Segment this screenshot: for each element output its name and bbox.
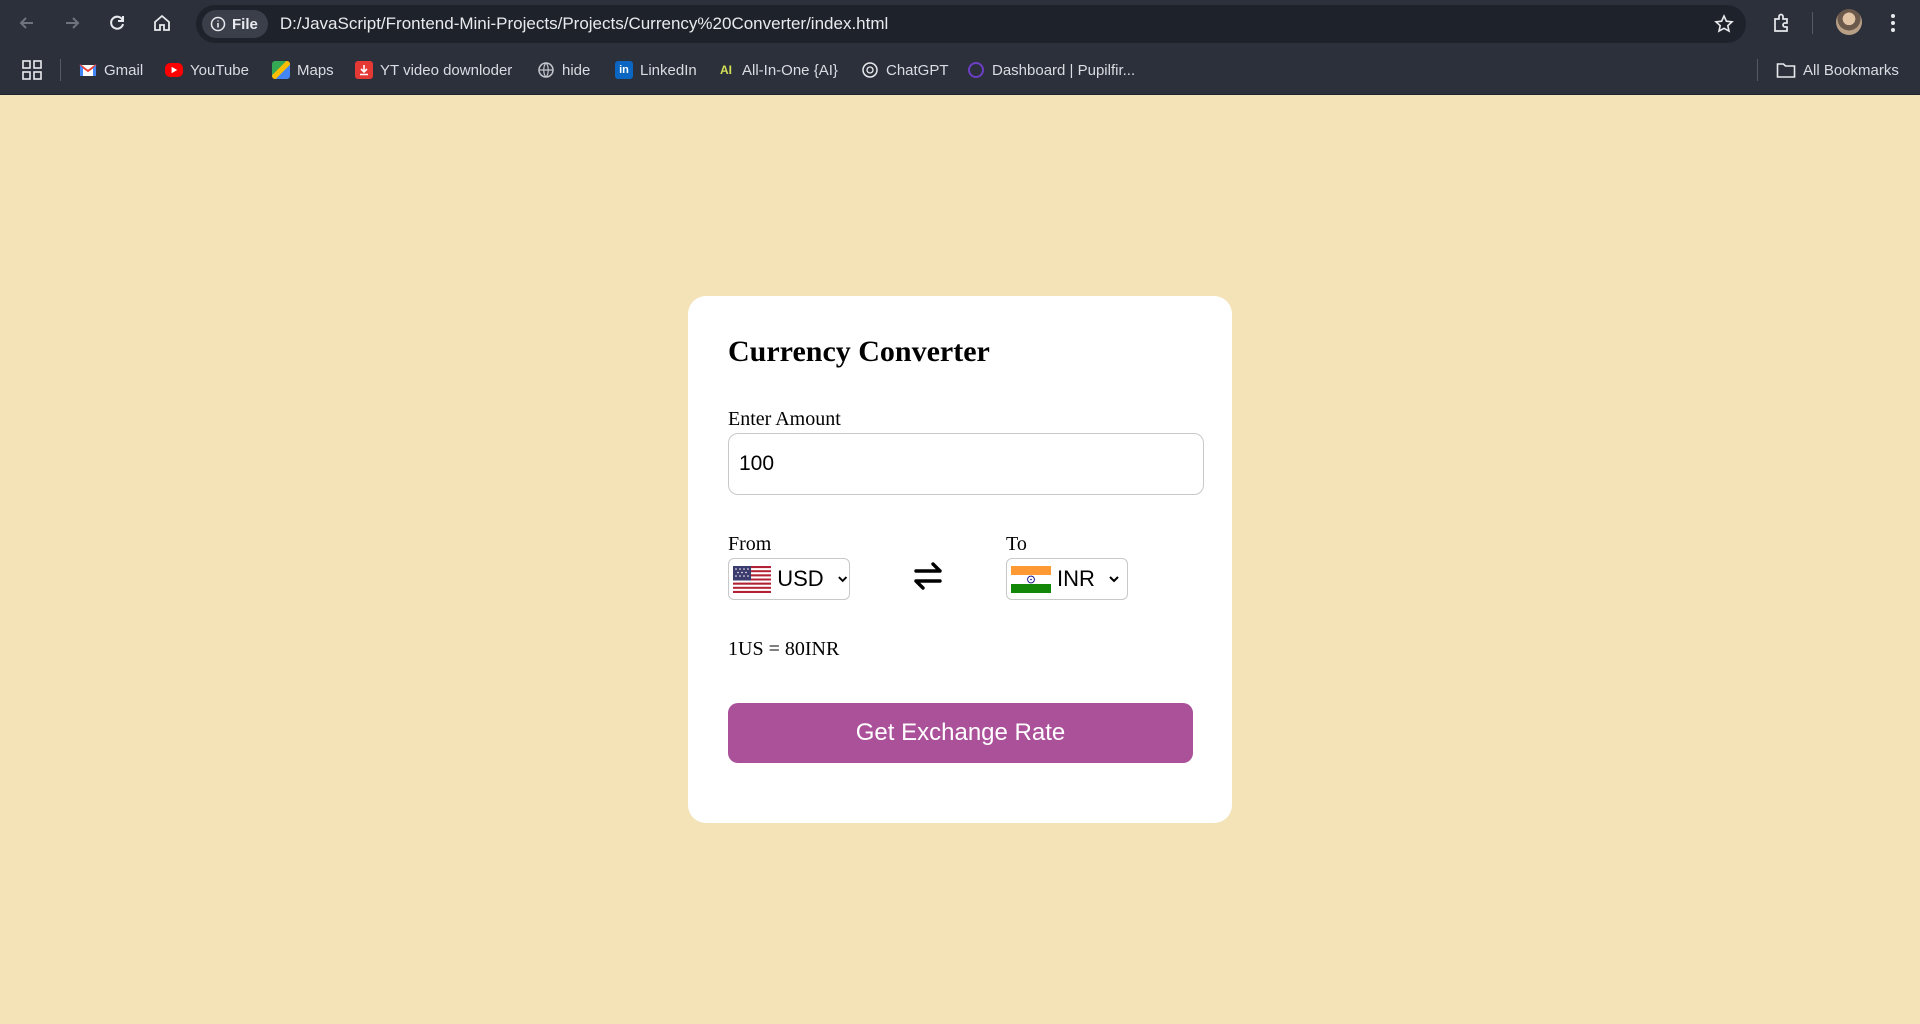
bookmark-label: LinkedIn [640,61,697,79]
bookmark-gmail[interactable]: Gmail [79,59,143,81]
pupilfirst-icon [967,61,985,79]
chevron-down-icon [1109,576,1119,583]
extensions-icon[interactable] [1771,12,1793,34]
to-label: To [1006,533,1027,555]
bookmark-label: All-In-One {AI} [742,61,838,79]
bookmarks-divider-right [1757,59,1758,81]
address-bar[interactable]: File D:/JavaScript/Frontend-Mini-Project… [196,5,1746,43]
amount-label: Enter Amount [728,408,841,430]
reload-icon [110,15,124,30]
url-text[interactable]: D:/JavaScript/Frontend-Mini-Projects/Pro… [280,14,888,34]
bookmark-yt-downloader[interactable]: YT video downloder [355,59,512,81]
bookmark-maps[interactable]: Maps [272,59,334,81]
from-label: From [728,533,772,555]
us-flag-icon [733,565,772,593]
toolbar-divider [1812,12,1813,34]
profile-avatar[interactable] [1836,9,1862,35]
bookmark-label: Maps [297,61,334,79]
all-bookmarks[interactable]: All Bookmarks [1776,59,1899,81]
home-icon [154,14,170,31]
apps-grid-icon[interactable] [22,60,42,80]
bookmark-youtube[interactable]: YouTube [165,59,249,81]
india-flag-icon [1011,565,1051,593]
amount-input[interactable] [728,433,1204,495]
bookmark-star-icon[interactable] [1714,14,1734,34]
to-currency-code: INR [1057,566,1095,591]
swap-arrows-icon[interactable] [910,558,946,594]
from-currency-code: USD [777,566,824,591]
exchange-rate-message: 1US = 80INR [728,638,840,660]
bookmark-all-in-one-ai[interactable]: AI All-In-One {AI} [717,59,838,81]
info-icon [210,16,226,32]
bookmark-label: Dashboard | Pupilfir... [992,61,1136,79]
bookmark-pupilfirst[interactable]: Dashboard | Pupilfir... [967,59,1135,81]
gmail-icon [79,61,97,79]
site-info-chip[interactable]: File [202,10,268,38]
bookmarks-divider [60,59,61,81]
globe-icon [537,61,555,79]
chatgpt-icon [861,61,879,79]
linkedin-icon: in [615,61,633,79]
more-menu-icon[interactable] [1882,12,1904,34]
ai-icon: AI [720,63,732,77]
bookmark-label: ChatGPT [886,61,949,79]
folder-icon [1776,63,1796,78]
bookmark-label: Gmail [104,61,144,79]
bookmarks-bar: Gmail YouTube Maps YT video downloder hi… [0,46,1920,95]
youtube-icon [165,63,183,77]
forward-button[interactable] [50,0,94,46]
bookmark-label: YT video downloder [380,61,513,79]
chevron-down-icon [837,576,847,583]
arrow-left-icon [19,17,33,29]
bookmark-linkedin[interactable]: in LinkedIn [615,59,697,81]
url-scheme-label: File [232,15,258,33]
to-currency-select[interactable]: INR [1006,558,1128,600]
converter-card: Currency Converter Enter Amount From USD… [688,296,1232,823]
maps-icon [272,61,290,79]
download-icon [355,61,373,79]
browser-toolbar: File D:/JavaScript/Frontend-Mini-Project… [0,0,1920,46]
reload-button[interactable] [95,0,139,46]
get-exchange-rate-button[interactable]: Get Exchange Rate [728,703,1193,763]
bookmark-label: hide [562,61,591,79]
bookmark-hide[interactable]: hide [537,59,590,81]
bookmark-label: YouTube [190,61,249,79]
home-button[interactable] [140,0,184,46]
from-currency-select[interactable]: USD [728,558,850,600]
arrow-right-icon [66,17,80,29]
bookmark-chatgpt[interactable]: ChatGPT [861,59,949,81]
page-title: Currency Converter [728,335,990,368]
back-button[interactable] [5,0,49,46]
all-bookmarks-label: All Bookmarks [1803,61,1899,79]
